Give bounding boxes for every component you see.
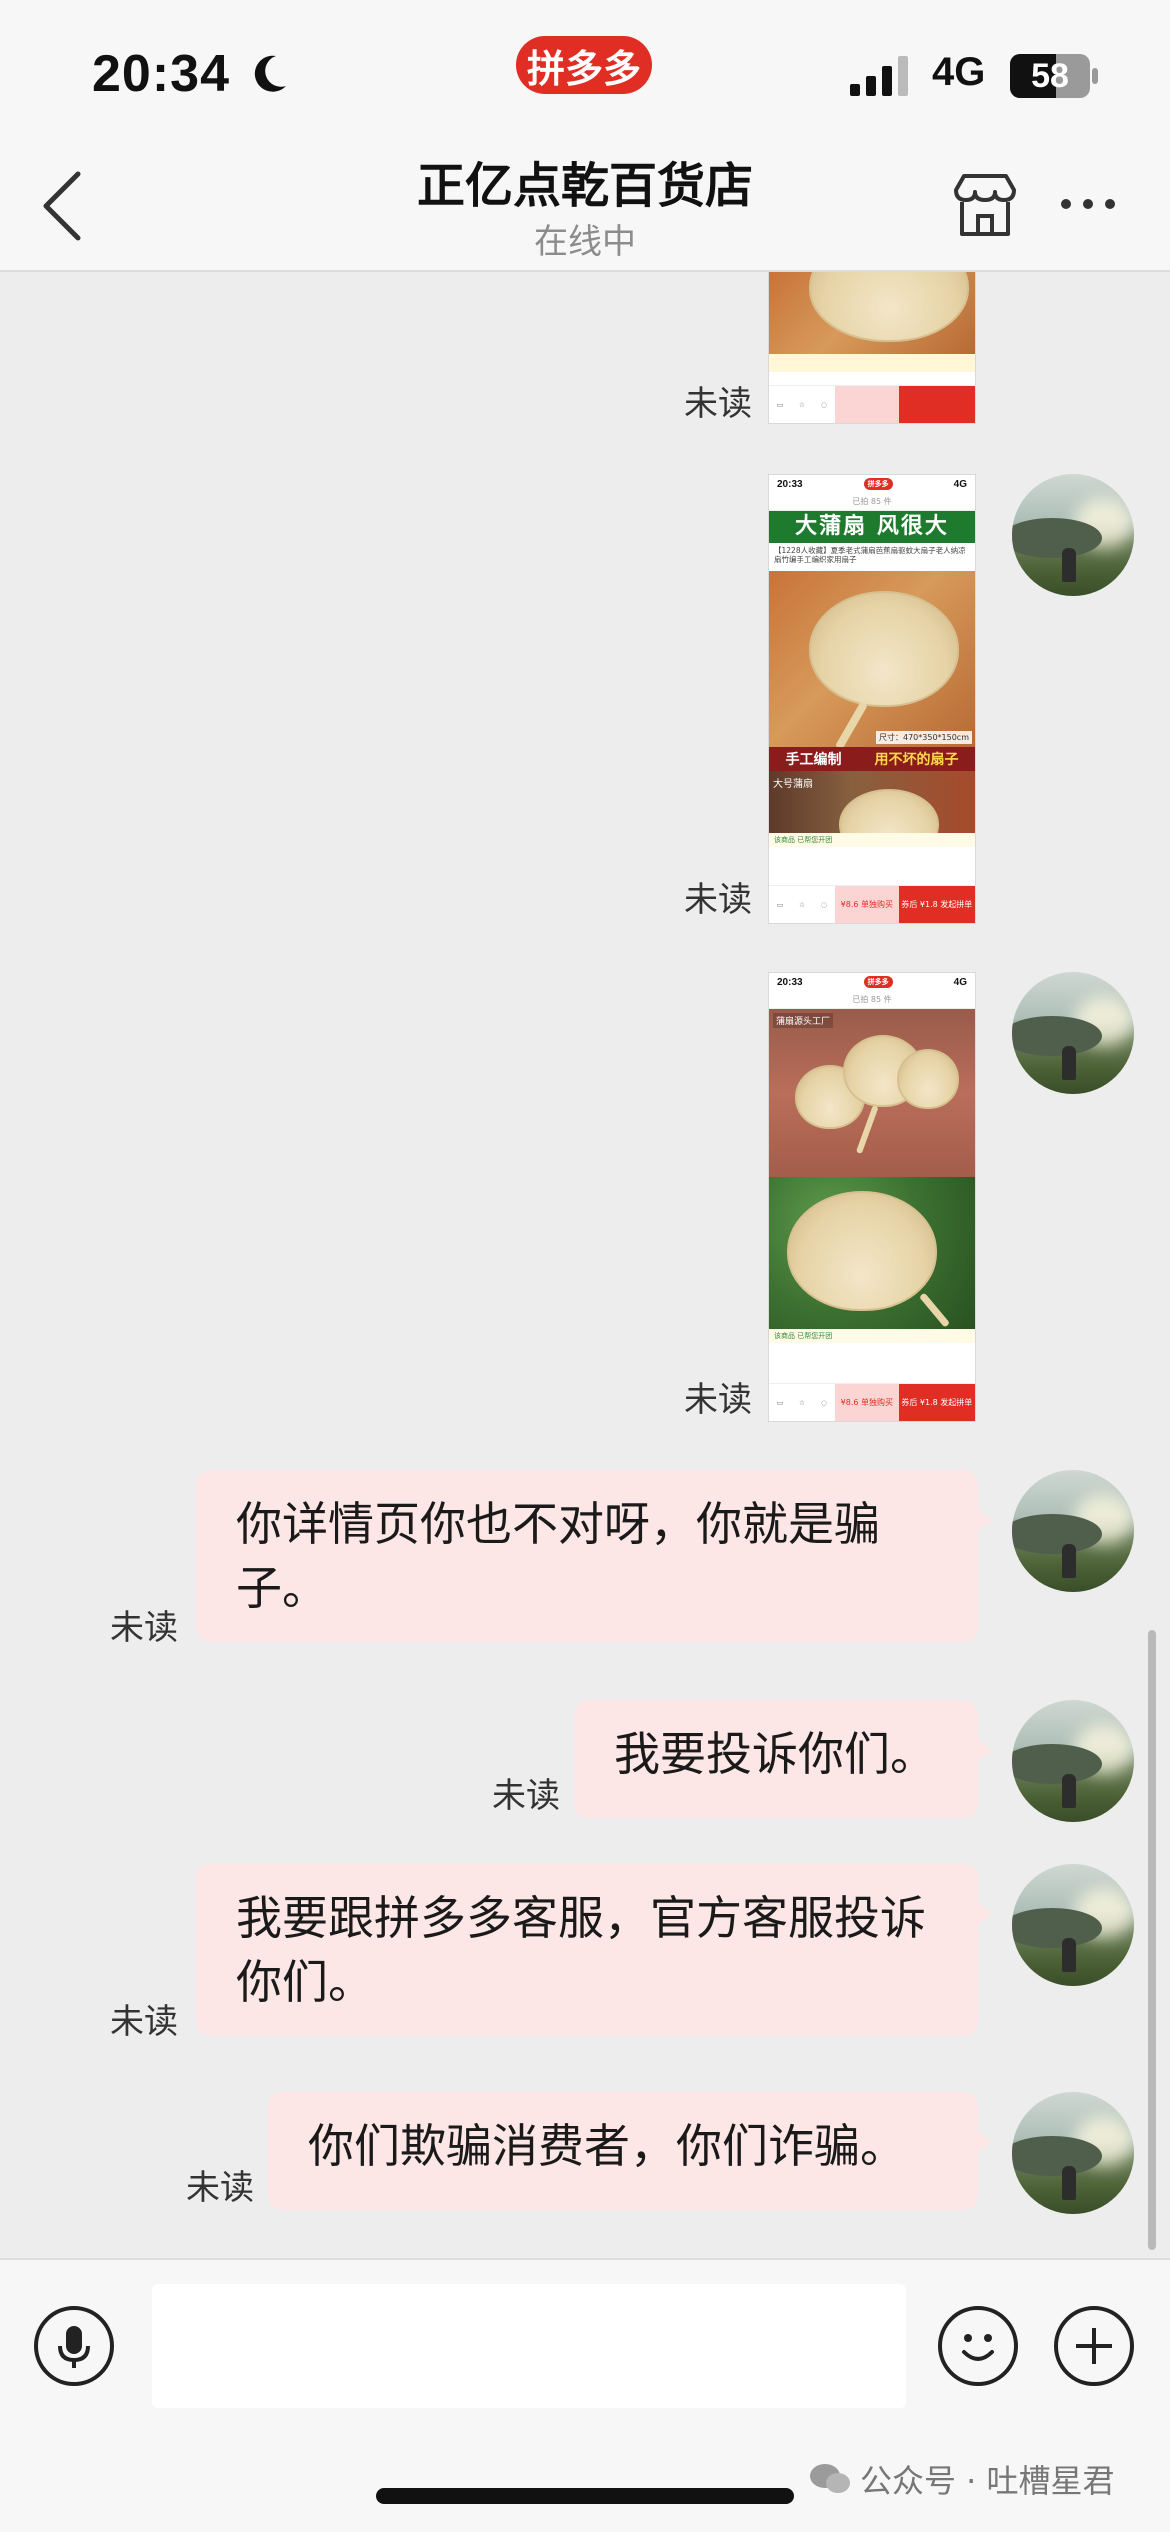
emoji-button[interactable] bbox=[938, 2306, 1018, 2386]
user-avatar[interactable] bbox=[1012, 972, 1134, 1094]
shot-time: 20:33 bbox=[777, 976, 803, 988]
shot-time: 20:33 bbox=[777, 478, 803, 490]
product-footer: ▭ ☆ ◌ ¥8.6 单独购买 券后 ¥1.8 发起拼单 bbox=[769, 1383, 975, 1421]
redbar-right: 用不坏的扇子 bbox=[874, 752, 959, 768]
chat-screen: 20:34 拼多多 4G 58 正亿点乾百货店 在线中 ▭ ☆ ◌ 未读 20:… bbox=[0, 0, 1170, 2532]
shot-status-bar: 20:33 拼多多 4G bbox=[769, 475, 975, 493]
user-avatar[interactable] bbox=[1012, 474, 1134, 596]
user-avatar[interactable] bbox=[1012, 1700, 1134, 1822]
wechat-official-account-icon bbox=[810, 2464, 850, 2493]
top-bar: 20:34 拼多多 4G 58 正亿点乾百货店 在线中 bbox=[0, 0, 1170, 272]
home-indicator[interactable] bbox=[376, 2488, 794, 2504]
fan-image bbox=[787, 1191, 937, 1311]
shop-tab-icon: ▭ bbox=[776, 1398, 784, 1407]
text-message-bubble[interactable]: 你们欺骗消费者，你们诈骗。 bbox=[268, 2092, 992, 2210]
shot-brand-badge: 拼多多 bbox=[863, 478, 893, 490]
favorite-tab-icon: ☆ bbox=[798, 1398, 806, 1407]
shot-notice: 该商品 已帮您开团 bbox=[769, 1329, 975, 1343]
unread-label: 未读 bbox=[684, 880, 752, 920]
service-tab-icon: ◌ bbox=[820, 400, 828, 409]
fan-image bbox=[809, 591, 959, 707]
group-buy-button: 券后 ¥1.8 发起拼单 bbox=[898, 1384, 975, 1421]
unread-label: 未读 bbox=[684, 384, 752, 424]
battery-level: 58 bbox=[1031, 56, 1069, 95]
dark-photo: 大号蒲扇 bbox=[769, 771, 975, 833]
shot-dimensions: 尺寸：470*350*150cm bbox=[876, 731, 972, 744]
shot-network: 4G bbox=[953, 976, 967, 988]
photo-label: 蒲扇源头工厂 bbox=[773, 1013, 834, 1028]
fan-image bbox=[897, 1049, 959, 1109]
fan-image bbox=[839, 789, 939, 833]
fan-on-leaves-photo bbox=[769, 1177, 975, 1329]
unread-label: 未读 bbox=[110, 2002, 178, 2042]
fan-handle bbox=[835, 701, 868, 747]
shot-description: 【1228人收藏】夏季老式蒲扇芭蕉扇驱蚊大扇子老人纳凉扇竹编手工编织家用扇子 bbox=[774, 546, 966, 564]
dark-photo-label: 大号蒲扇 bbox=[773, 779, 813, 790]
unread-label: 未读 bbox=[684, 1380, 752, 1420]
smiley-icon bbox=[962, 2334, 994, 2361]
shot-brand-badge: 拼多多 bbox=[863, 976, 893, 988]
signal-icon bbox=[850, 56, 908, 96]
product-footer: ▭ ☆ ◌ bbox=[769, 385, 975, 423]
shot-network: 4G bbox=[953, 478, 967, 490]
status-time: 20:34 bbox=[92, 45, 230, 103]
service-tab-icon: ◌ bbox=[820, 1398, 828, 1407]
user-avatar[interactable] bbox=[1012, 2092, 1134, 2214]
fans-on-tiles-photo: 蒲扇源头工厂 bbox=[769, 1009, 975, 1177]
product-screenshot-message[interactable]: ▭ ☆ ◌ bbox=[768, 272, 976, 424]
service-tab-icon: ◌ bbox=[820, 900, 828, 909]
favorite-tab-icon: ☆ bbox=[798, 400, 806, 409]
message-input[interactable] bbox=[152, 2284, 906, 2408]
shot-red-banner: 手工编制 用不坏的扇子 bbox=[769, 747, 975, 771]
text-message-bubble[interactable]: 你详情页你也不对呀，你就是骗子。 bbox=[196, 1470, 992, 1642]
shop-tab-icon: ▭ bbox=[776, 900, 784, 909]
shot-nav: 已拍 85 件 bbox=[769, 493, 975, 511]
product-photo bbox=[769, 272, 975, 354]
single-buy-button bbox=[835, 386, 899, 423]
unread-label: 未读 bbox=[186, 2168, 254, 2208]
single-buy-button: ¥8.6 单独购买 bbox=[835, 1384, 899, 1421]
group-buy-button bbox=[898, 386, 975, 423]
voice-button[interactable] bbox=[34, 2306, 114, 2386]
shot-status-bar: 20:33 拼多多 4G bbox=[769, 973, 975, 991]
more-options-icon[interactable] bbox=[1058, 196, 1118, 212]
store-icon[interactable] bbox=[950, 172, 1020, 238]
battery-nub bbox=[1092, 68, 1098, 84]
watermark-text: 公众号 · 吐槽星君 bbox=[860, 2462, 1115, 2500]
watermark: 公众号 · 吐槽星君 bbox=[808, 2456, 1115, 2502]
shot-banner: 大蒲扇 风很大 bbox=[769, 511, 975, 543]
single-buy-button: ¥8.6 单独购买 bbox=[835, 886, 899, 923]
product-screenshot-message[interactable]: 20:33 拼多多 4G 已拍 85 件 蒲扇源头工厂 该商品 已帮您开团 ▭ … bbox=[768, 972, 976, 1422]
text-message-bubble[interactable]: 我要投诉你们。 bbox=[574, 1700, 992, 1818]
brand-badge: 拼多多 bbox=[516, 36, 652, 94]
plus-icon bbox=[1076, 2328, 1112, 2364]
scrollbar[interactable] bbox=[1148, 1630, 1156, 2250]
fan-handle bbox=[919, 1292, 951, 1328]
unread-label: 未读 bbox=[492, 1776, 560, 1816]
fan-image bbox=[809, 272, 969, 342]
group-buy-button: 券后 ¥1.8 发起拼单 bbox=[898, 886, 975, 923]
user-avatar[interactable] bbox=[1012, 1470, 1134, 1592]
moon-icon bbox=[254, 55, 286, 92]
fan-photo: 尺寸：470*350*150cm bbox=[769, 571, 975, 747]
favorite-tab-icon: ☆ bbox=[798, 900, 806, 909]
shot-notice: 该商品 已帮您开团 bbox=[769, 833, 975, 847]
text-message-bubble[interactable]: 我要跟拼多多客服，官方客服投诉你们。 bbox=[196, 1864, 992, 2036]
product-screenshot-message[interactable]: 20:33 拼多多 4G 已拍 85 件 大蒲扇 风很大 【1228人收藏】夏季… bbox=[768, 474, 976, 924]
shot-nav: 已拍 85 件 bbox=[769, 991, 975, 1009]
shop-tab-icon: ▭ bbox=[776, 400, 784, 409]
product-notice bbox=[769, 354, 975, 372]
battery-icon: 58 bbox=[1010, 54, 1090, 98]
network-type: 4G bbox=[932, 50, 986, 94]
more-functions-button[interactable] bbox=[1054, 2306, 1134, 2386]
microphone-icon bbox=[58, 2326, 90, 2368]
redbar-left: 手工编制 bbox=[785, 752, 842, 768]
product-footer: ▭ ☆ ◌ ¥8.6 单独购买 券后 ¥1.8 发起拼单 bbox=[769, 885, 975, 923]
user-avatar[interactable] bbox=[1012, 1864, 1134, 1986]
unread-label: 未读 bbox=[110, 1608, 178, 1648]
